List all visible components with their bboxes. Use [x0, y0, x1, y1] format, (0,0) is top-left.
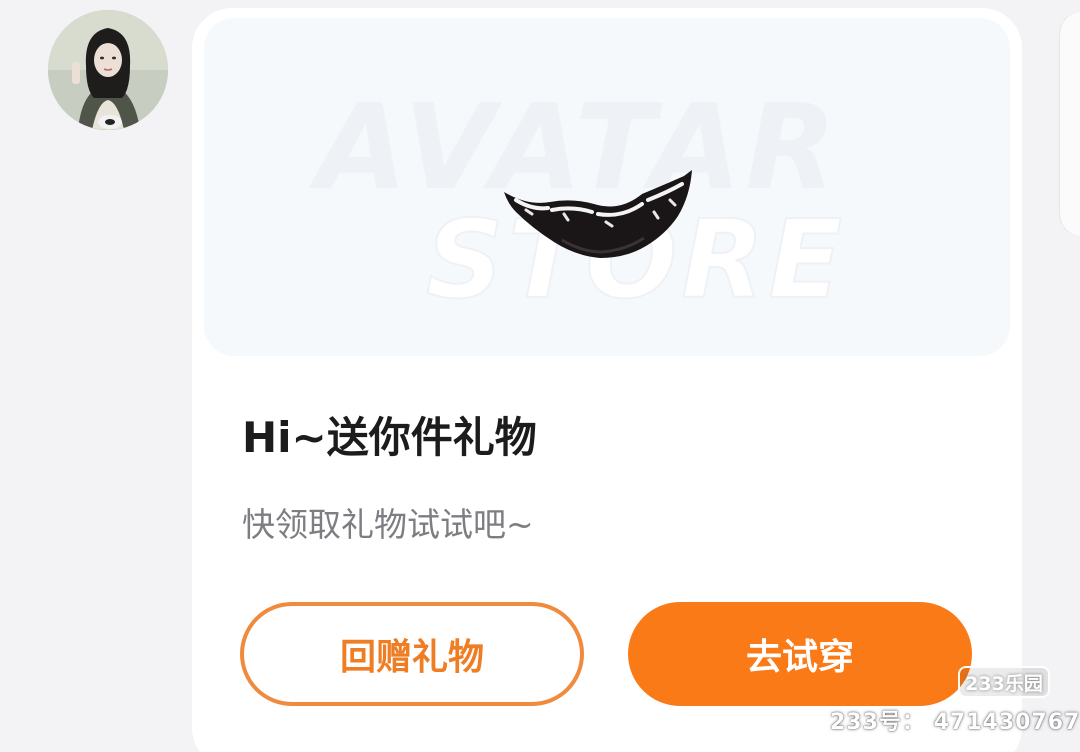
- adjacent-card-edge: [1060, 12, 1080, 236]
- try-on-button[interactable]: 去试穿: [628, 602, 972, 706]
- gift-banner: AVATAR STORE: [204, 18, 1010, 356]
- platform-id-watermark: 233号： 471430767: [830, 710, 1080, 735]
- platform-logo-badge: 233乐园: [958, 666, 1050, 698]
- gift-title: Hi~送你件礼物: [242, 413, 537, 462]
- gift-subtitle: 快领取礼物试试吧~: [242, 505, 534, 544]
- return-gift-button[interactable]: 回赠礼物: [240, 602, 584, 706]
- chat-screen: AVATAR STORE Hi~送你件礼物 快领取礼物试试吧~ 回赠礼物 去试穿…: [0, 0, 1080, 752]
- avatar-photo: [48, 10, 168, 130]
- gift-card: AVATAR STORE Hi~送你件礼物 快领取礼物试试吧~ 回赠礼物 去试穿: [192, 8, 1022, 752]
- teeth-accessory-image: [504, 170, 692, 258]
- sender-avatar[interactable]: [48, 10, 168, 130]
